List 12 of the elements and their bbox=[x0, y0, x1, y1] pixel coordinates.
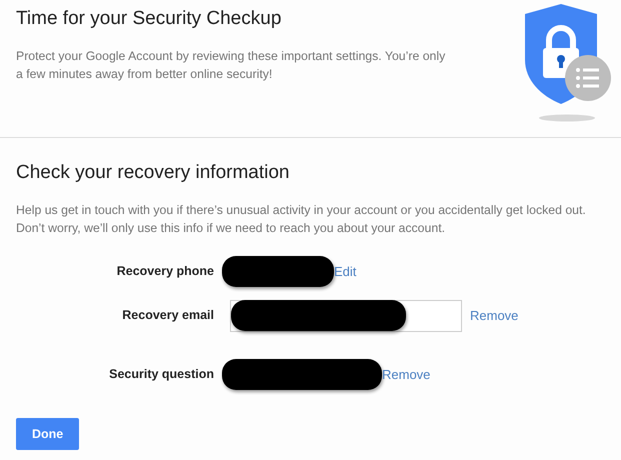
field-label: Security question bbox=[108, 366, 214, 384]
action-link[interactable]: Remove bbox=[382, 364, 430, 384]
action-link[interactable]: Edit bbox=[334, 262, 356, 282]
input-field[interactable] bbox=[230, 300, 462, 332]
section-text: Help us get in touch with you if there’s unusual activity in your account or you accidentally get locked out. Don’t worry, we’ll only use this info if we need to reach you about your account. bbox=[16, 202, 587, 238]
remove-link[interactable]: Remove bbox=[470, 306, 518, 326]
page-title: Time for your Security Checkup bbox=[16, 8, 282, 31]
section-title: Check your recovery information bbox=[16, 162, 290, 185]
field-label: Recovery phone bbox=[116, 263, 214, 280]
field-label: Recovery email bbox=[121, 307, 214, 324]
done-button[interactable]: Done bbox=[16, 418, 80, 450]
intro-text: Protect your Google Account by reviewing these important settings. You’re only a few minutes away from better online security! bbox=[16, 48, 446, 84]
